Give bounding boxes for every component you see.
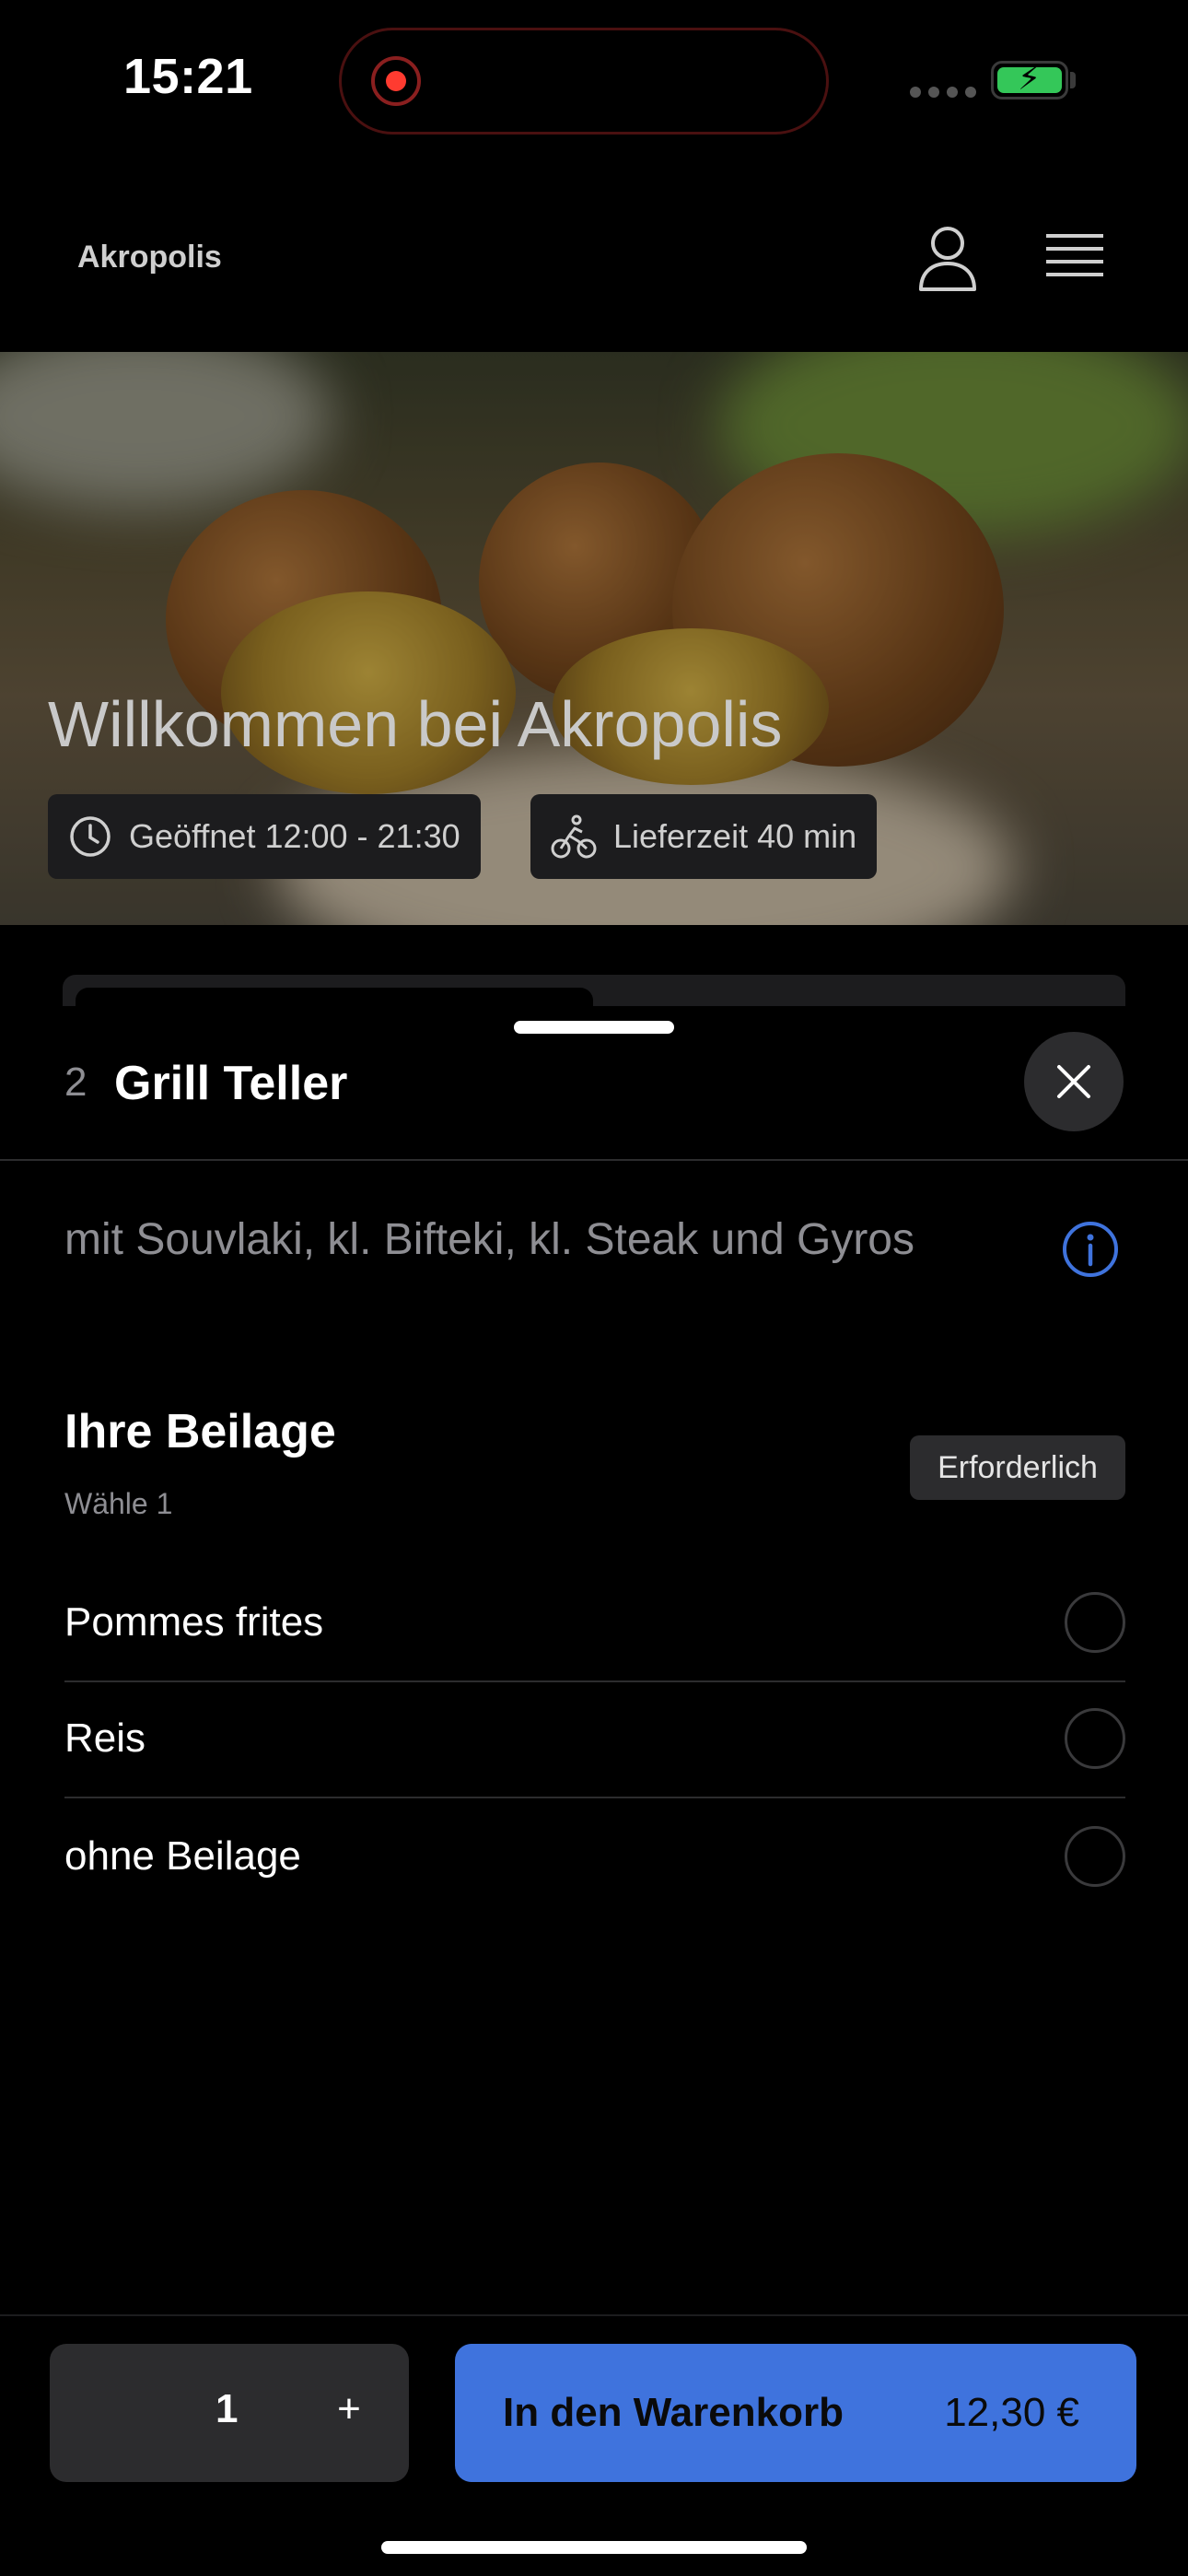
user-icon[interactable] xyxy=(917,225,978,291)
option-pommes-frites[interactable]: Pommes frites xyxy=(64,1564,1125,1680)
opening-hours-chip: Geöffnet 12:00 - 21:30 xyxy=(48,794,481,879)
radio-button[interactable] xyxy=(1065,1708,1125,1769)
quantity-value: 1 xyxy=(215,2386,239,2431)
item-number: 2 xyxy=(64,1060,87,1105)
price-label: 12,30 € xyxy=(944,2390,1079,2435)
add-to-cart-button[interactable]: In den Warenkorb 12,30 € xyxy=(455,2344,1136,2482)
option-reis[interactable]: Reis xyxy=(64,1680,1125,1797)
hero-title: Willkommen bei Akropolis xyxy=(48,688,783,760)
item-description: mit Souvlaki, kl. Bifteki, kl. Steak und… xyxy=(64,1215,914,1264)
close-button[interactable] xyxy=(1024,1032,1124,1131)
sheet-grabber[interactable] xyxy=(514,1021,674,1034)
option-label: ohne Beilage xyxy=(64,1833,301,1879)
option-ohne-beilage[interactable]: ohne Beilage xyxy=(64,1798,1125,1914)
option-label: Pommes frites xyxy=(64,1599,324,1645)
dynamic-island xyxy=(339,28,829,135)
options-title: Ihre Beilage xyxy=(64,1405,336,1458)
battery-icon: ⚡ xyxy=(991,61,1068,100)
required-badge: Erforderlich xyxy=(910,1435,1125,1500)
category-tabs-peek xyxy=(63,975,1125,1006)
screen-recording-icon xyxy=(371,56,421,106)
info-icon[interactable] xyxy=(1061,1220,1120,1279)
close-icon xyxy=(1057,1065,1090,1098)
clock-icon xyxy=(70,816,111,857)
bicycle-icon xyxy=(551,814,597,859)
options-subtitle: Wähle 1 xyxy=(64,1487,173,1520)
radio-button[interactable] xyxy=(1065,1826,1125,1887)
radio-button[interactable] xyxy=(1065,1592,1125,1653)
option-label: Reis xyxy=(64,1715,146,1761)
opening-hours-text: Geöffnet 12:00 - 21:30 xyxy=(129,817,460,855)
delivery-time-chip: Lieferzeit 40 min xyxy=(530,794,878,879)
add-to-cart-label: In den Warenkorb xyxy=(503,2390,844,2435)
delivery-time-text: Lieferzeit 40 min xyxy=(613,817,857,855)
divider xyxy=(0,2314,1188,2316)
cellular-signal-icon xyxy=(910,87,976,98)
divider xyxy=(0,1159,1188,1161)
status-time: 15:21 xyxy=(123,49,253,104)
home-indicator[interactable] xyxy=(381,2541,807,2554)
quantity-stepper[interactable]: 1 + xyxy=(50,2344,409,2482)
restaurant-name[interactable]: Akropolis xyxy=(77,240,222,275)
quantity-plus-button[interactable]: + xyxy=(317,2377,381,2441)
item-title: Grill Teller xyxy=(114,1057,348,1110)
battery-tip xyxy=(1070,72,1076,88)
hero-banner: Willkommen bei Akropolis Geöffnet 12:00 … xyxy=(0,352,1188,925)
menu-icon[interactable] xyxy=(1044,232,1105,284)
